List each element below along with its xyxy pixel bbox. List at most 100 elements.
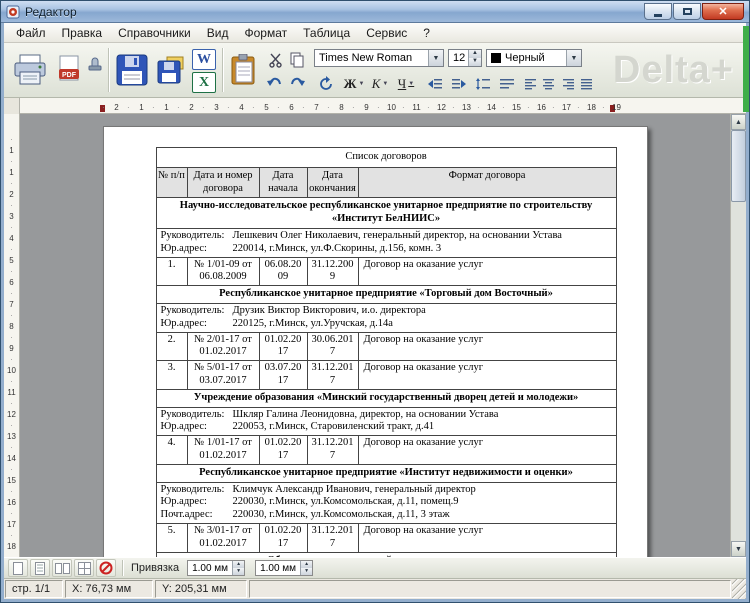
paragraph-spacing-button[interactable]: [496, 73, 518, 94]
menu-item[interactable]: Файл: [8, 24, 54, 42]
redo-button[interactable]: [287, 72, 307, 92]
close-button[interactable]: ✕: [702, 3, 744, 20]
spin-up-icon[interactable]: ▲: [468, 50, 481, 58]
stamp-icon: [88, 57, 102, 71]
desktop-sliver: [743, 26, 749, 112]
align-justify-button[interactable]: [578, 73, 596, 94]
paste-button[interactable]: [226, 49, 262, 91]
menu-item[interactable]: Сервис: [358, 24, 415, 42]
org-info-row: Руководитель: Лешкевич Олег Николаевич, г…: [155, 227, 617, 258]
ruler-mark: 1: [127, 100, 154, 113]
export-excel-button[interactable]: X: [192, 72, 216, 93]
excel-icon: X: [198, 74, 210, 90]
align-right-button[interactable]: [560, 73, 578, 94]
cursor-x-indicator: X: 76,73 мм: [65, 580, 153, 598]
menu-item[interactable]: Вид: [199, 24, 237, 42]
facing-pages-view-button[interactable]: [52, 559, 72, 577]
underline-button[interactable]: Ч ▼: [394, 73, 418, 94]
app-icon: [6, 5, 20, 18]
line-spacing-button[interactable]: [472, 73, 494, 94]
arrow-down-icon: ▼: [735, 545, 742, 553]
scroll-up-button[interactable]: ▲: [731, 114, 746, 130]
spin-down-icon[interactable]: ▼: [232, 568, 245, 575]
menu-item[interactable]: ?: [415, 24, 438, 42]
document-area[interactable]: Список договоров № п/п Дата и номер дого…: [20, 114, 730, 557]
title-bar[interactable]: Редактор ✕: [1, 1, 749, 23]
ruler-mark: 1: [152, 100, 179, 113]
single-page-view-button[interactable]: [8, 559, 28, 577]
ruler-mark: 4: [227, 100, 254, 113]
stamp-button[interactable]: [85, 53, 105, 73]
ruler-mark: 17: [552, 100, 579, 113]
menu-item[interactable]: Справочники: [110, 24, 199, 42]
maximize-button[interactable]: [673, 3, 701, 20]
export-pdf-button[interactable]: PDF: [55, 51, 83, 89]
app-window: Редактор ✕ Файл Правка Справочники Вид Форма…: [0, 0, 750, 603]
snap-x-spinner[interactable]: 1.00 мм ▲ ▼: [187, 560, 246, 576]
minimize-button[interactable]: [644, 3, 672, 20]
vertical-scrollbar[interactable]: ▲ ▼: [730, 114, 746, 557]
table-title-row: Список договоров: [155, 147, 617, 168]
align-justify-icon: [581, 78, 592, 89]
font-family-combobox[interactable]: Times New Roman ▼: [314, 49, 444, 67]
font-size-spinner[interactable]: 12 ▲ ▼: [448, 49, 482, 67]
resize-grip[interactable]: [732, 579, 746, 599]
print-button[interactable]: [10, 49, 50, 91]
grid-view-button[interactable]: [74, 559, 94, 577]
table-row: 1. № 1/01-09 от 06.08.2009 06.08.2009 31…: [155, 256, 617, 287]
line-spacing-icon: [476, 77, 490, 90]
spin-down-icon[interactable]: ▼: [468, 58, 481, 66]
underline-icon: Ч: [397, 75, 407, 91]
menu-item[interactable]: Таблица: [295, 24, 358, 42]
ruler-row: 2112345678910111213141516171819: [4, 98, 746, 114]
ruler-mark: 10: [4, 356, 19, 378]
indent-increase-button[interactable]: [448, 73, 470, 94]
ruler-mark: 1: [4, 158, 19, 180]
info-label: Юр.адрес:: [160, 242, 207, 254]
printer-icon: [14, 54, 46, 85]
ruler-mark: 11: [4, 378, 19, 400]
copy-icon: [290, 52, 304, 68]
ruler-mark: 11: [402, 100, 429, 113]
italic-button[interactable]: К ▼: [368, 73, 392, 94]
cut-button[interactable]: [265, 50, 285, 70]
document-page[interactable]: Список договоров № п/п Дата и номер дого…: [102, 126, 648, 557]
copy-button[interactable]: [287, 50, 307, 70]
toolbar-separator: [108, 48, 109, 92]
bold-button[interactable]: Ж ▼: [342, 73, 366, 94]
undo-button[interactable]: [265, 72, 285, 92]
spin-up-icon[interactable]: ▲: [232, 561, 245, 568]
page-text-view-button[interactable]: [30, 559, 50, 577]
snap-y-spinner[interactable]: 1.00 мм ▲ ▼: [255, 560, 314, 576]
menu-item[interactable]: Правка: [54, 24, 111, 42]
align-center-button[interactable]: [540, 73, 558, 94]
ruler-mark: 2: [177, 100, 204, 113]
ruler-mark: 13: [4, 422, 19, 444]
scrollbar-thumb[interactable]: [731, 130, 746, 202]
scrollbar-track[interactable]: [731, 130, 746, 541]
org-info-row: Руководитель: Шкляр Галина Леонидовна, ди…: [155, 406, 617, 437]
font-color-combobox[interactable]: Черный ▼: [486, 49, 582, 67]
table-row: 3. № 5/01-17 от 03.07.2017 03.07.2017 31…: [155, 360, 617, 390]
column-header: Формат договора: [357, 166, 617, 199]
spin-down-icon[interactable]: ▼: [300, 568, 313, 575]
ruler-mark: 5: [252, 100, 279, 113]
disable-snap-button[interactable]: [96, 559, 116, 577]
save-as-button[interactable]: [154, 52, 188, 88]
info-label: Юр.адрес:: [160, 317, 207, 329]
align-left-button[interactable]: [522, 73, 540, 94]
ruler-mark: 10: [377, 100, 404, 113]
clipboard-icon: [231, 54, 255, 85]
chevron-down-icon: ▼: [566, 50, 581, 66]
font-size-value: 12: [453, 52, 466, 64]
rotate-text-button[interactable]: [314, 73, 338, 94]
indent-decrease-button[interactable]: [424, 73, 446, 94]
org-row-clipped: Общество с ограниченной ответственностью…: [155, 551, 617, 557]
close-icon: ✕: [718, 6, 728, 18]
menu-item[interactable]: Формат: [236, 24, 295, 42]
save-button[interactable]: [112, 49, 152, 91]
scroll-down-button[interactable]: ▼: [731, 541, 746, 557]
page-indicator: стр. 1/1: [5, 580, 63, 598]
spin-up-icon[interactable]: ▲: [300, 561, 313, 568]
export-word-button[interactable]: W: [192, 49, 216, 70]
